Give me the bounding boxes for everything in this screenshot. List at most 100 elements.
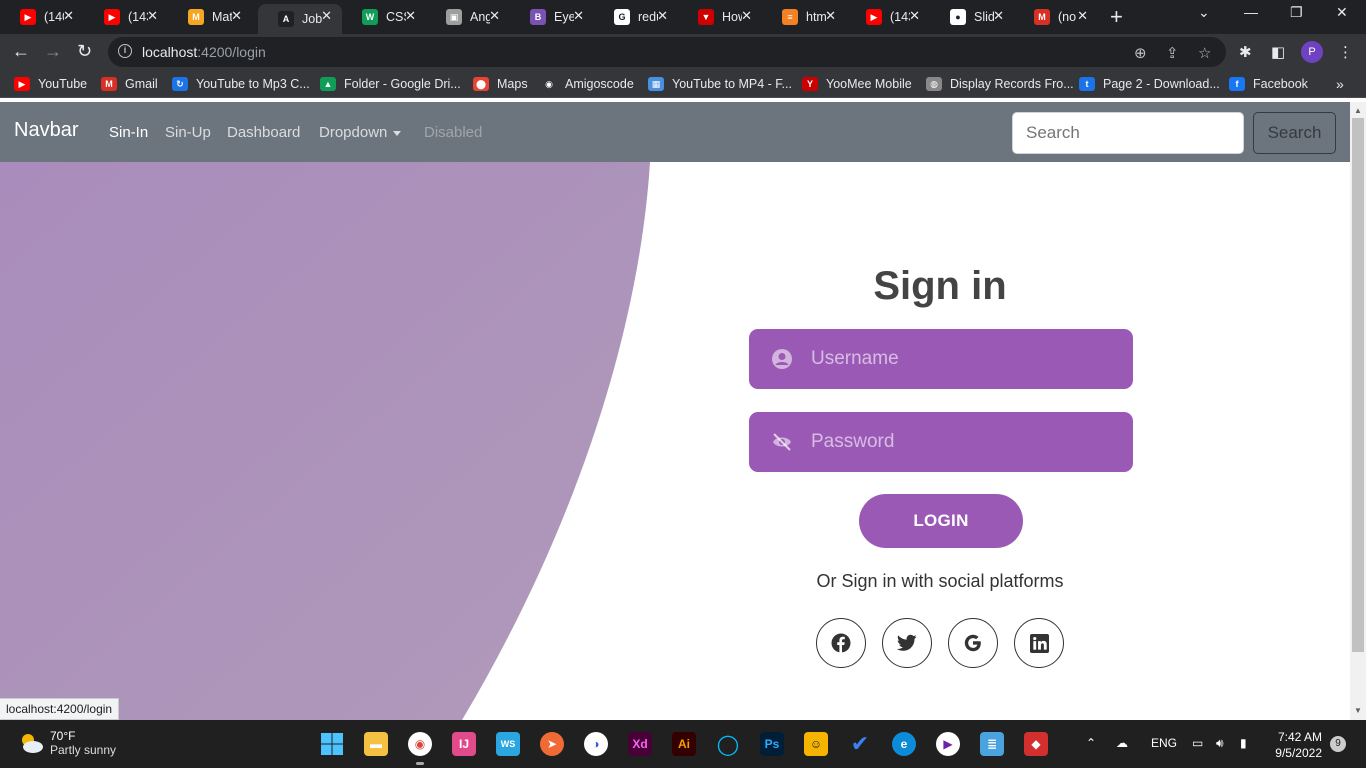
page-scrollbar[interactable]: ▲ ▼ [1350, 102, 1366, 720]
site-info-icon[interactable]: i [118, 44, 132, 58]
password-field[interactable]: Password [749, 412, 1133, 472]
browser-tab[interactable]: ▶ (143✕ [84, 4, 168, 30]
forward-icon[interactable]: → [44, 41, 62, 62]
intellij-icon[interactable]: IJ [452, 732, 476, 756]
browser-tab[interactable]: ▼ How✕ [678, 4, 762, 30]
app-icon-2[interactable]: ☺ [804, 732, 828, 756]
tab-close-icon[interactable]: ✕ [321, 8, 332, 24]
bookmark-item[interactable]: M Gmail [101, 76, 158, 92]
new-tab-button[interactable]: + [1110, 4, 1123, 30]
tab-close-icon[interactable]: ✕ [489, 8, 500, 24]
bookmark-star-icon[interactable]: ☆ [1198, 44, 1211, 62]
tab-close-icon[interactable]: ✕ [741, 8, 752, 24]
facebook-button[interactable] [816, 618, 866, 668]
tab-close-icon[interactable]: ✕ [405, 8, 416, 24]
browser-tab[interactable]: ≡ html✕ [762, 4, 846, 30]
bookmark-item[interactable]: ▶ YouTube [14, 76, 87, 92]
twitter-button[interactable] [882, 618, 932, 668]
onedrive-icon[interactable]: ☁ [1116, 736, 1128, 750]
adobe-xd-icon[interactable]: Xd [628, 732, 652, 756]
browser-tab[interactable]: ▣ Ang ✕ [426, 4, 510, 30]
menu-icon[interactable]: ⋮ [1338, 43, 1353, 61]
start-button[interactable] [320, 732, 344, 756]
nav-link-sign-in[interactable]: Sin-In [109, 124, 148, 141]
browser-tab[interactable]: ● Slid ✕ [930, 4, 1014, 30]
network-icon[interactable]: ▭ [1192, 736, 1203, 750]
notification-badge[interactable]: 9 [1330, 736, 1346, 752]
bookmark-item[interactable]: ◉ Amigoscode [541, 76, 634, 92]
side-panel-icon[interactable]: ◧ [1271, 43, 1285, 61]
extensions-icon[interactable]: ✱ [1239, 43, 1252, 61]
battery-icon[interactable]: ▮ [1240, 736, 1247, 750]
system-clock[interactable]: 7:42 AM 9/5/2022 [1270, 729, 1322, 761]
browser-tab[interactable]: W CSS✕ [342, 4, 426, 30]
browser-tab[interactable]: A Job ✕ [258, 4, 342, 34]
nav-dropdown[interactable]: Dropdown [319, 124, 402, 141]
notepad-icon[interactable]: ≣ [980, 732, 1004, 756]
google-button[interactable] [948, 618, 998, 668]
browser-tab[interactable]: M (no ✕ [1014, 4, 1098, 30]
show-hidden-icons[interactable]: ⌃ [1086, 736, 1096, 750]
tab-close-icon[interactable]: ✕ [657, 8, 668, 24]
edge-icon[interactable]: e [892, 732, 916, 756]
browser-tab[interactable]: M Mat ✕ [168, 4, 252, 30]
browser-tab[interactable]: ▶ (140✕ [0, 4, 84, 30]
username-field[interactable]: Username [749, 329, 1133, 389]
restore-button[interactable]: ❐ [1290, 4, 1303, 21]
address-bar[interactable]: i localhost:4200/login ⊕ ⇪ ☆ [108, 37, 1226, 67]
login-button[interactable]: LOGIN [859, 494, 1023, 548]
photoshop-icon[interactable]: Ps [760, 732, 784, 756]
app-icon-3[interactable]: ◆ [1024, 732, 1048, 756]
browser-tab[interactable]: Gredu✕ [594, 4, 678, 30]
browser-tab[interactable]: B Eye ✕ [510, 4, 594, 30]
volume-icon[interactable]: 🔊︎ [1216, 736, 1224, 751]
media-player-icon[interactable]: ▶ [936, 732, 960, 756]
search-input[interactable] [1012, 112, 1244, 154]
tab-close-icon[interactable]: ✕ [573, 8, 584, 24]
close-window-button[interactable]: ✕ [1336, 4, 1348, 21]
file-explorer-icon[interactable]: ▬ [364, 732, 388, 756]
reload-icon[interactable]: ↻ [77, 41, 92, 62]
app-icon[interactable]: ◑ [584, 732, 608, 756]
postman-icon[interactable]: ➤ [540, 732, 564, 756]
bookmark-item[interactable]: ▦ YouTube to MP4 - F... [648, 76, 792, 92]
scroll-down-icon[interactable]: ▼ [1354, 706, 1362, 715]
scroll-up-icon[interactable]: ▲ [1354, 106, 1362, 115]
bookmark-item[interactable]: Y YooMee Mobile [802, 76, 912, 92]
tab-close-icon[interactable]: ✕ [825, 8, 836, 24]
username-input[interactable]: Username [811, 348, 899, 370]
bookmark-item[interactable]: ⬤ Maps [473, 76, 528, 92]
password-input[interactable]: Password [811, 431, 894, 453]
zoom-icon[interactable]: ⊕ [1134, 44, 1147, 62]
scrollbar-thumb[interactable] [1352, 118, 1364, 652]
share-icon[interactable]: ⇪ [1166, 44, 1179, 62]
nav-link-dashboard[interactable]: Dashboard [227, 124, 300, 141]
chrome-icon[interactable]: ◉ [408, 732, 432, 756]
webstorm-icon[interactable]: WS [496, 732, 520, 756]
tab-close-icon[interactable]: ✕ [231, 8, 242, 24]
tab-close-icon[interactable]: ✕ [147, 8, 158, 24]
language-indicator[interactable]: ENG [1151, 736, 1177, 750]
nav-link-sign-up[interactable]: Sin-Up [165, 124, 211, 141]
bookmark-item[interactable]: ◍ Display Records Fro... [926, 76, 1074, 92]
weather-widget[interactable]: 70°F Partly sunny [18, 729, 116, 757]
linkedin-button[interactable] [1014, 618, 1064, 668]
bookmark-item[interactable]: ▲ Folder - Google Dri... [320, 76, 461, 92]
minimize-button[interactable]: — [1244, 4, 1258, 20]
navbar-brand[interactable]: Navbar [14, 119, 78, 142]
tab-close-icon[interactable]: ✕ [909, 8, 920, 24]
adobe-illustrator-icon[interactable]: Ai [672, 732, 696, 756]
bookmark-item[interactable]: ↻ YouTube to Mp3 C... [172, 76, 310, 92]
more-bookmarks-icon[interactable]: » [1336, 76, 1344, 92]
bookmark-item[interactable]: f Facebook [1229, 76, 1308, 92]
tab-close-icon[interactable]: ✕ [63, 8, 74, 24]
tab-search-icon[interactable]: ⌄ [1198, 4, 1210, 21]
browser-tab[interactable]: ▶ (143✕ [846, 4, 930, 30]
url-text[interactable]: localhost:4200/login [142, 44, 266, 60]
alexa-icon[interactable]: ◯ [716, 732, 740, 756]
tab-close-icon[interactable]: ✕ [1077, 8, 1088, 24]
bookmark-item[interactable]: t Page 2 - Download... [1079, 76, 1220, 92]
search-button[interactable]: Search [1253, 112, 1336, 154]
profile-avatar[interactable]: P [1301, 41, 1323, 63]
tab-close-icon[interactable]: ✕ [993, 8, 1004, 24]
